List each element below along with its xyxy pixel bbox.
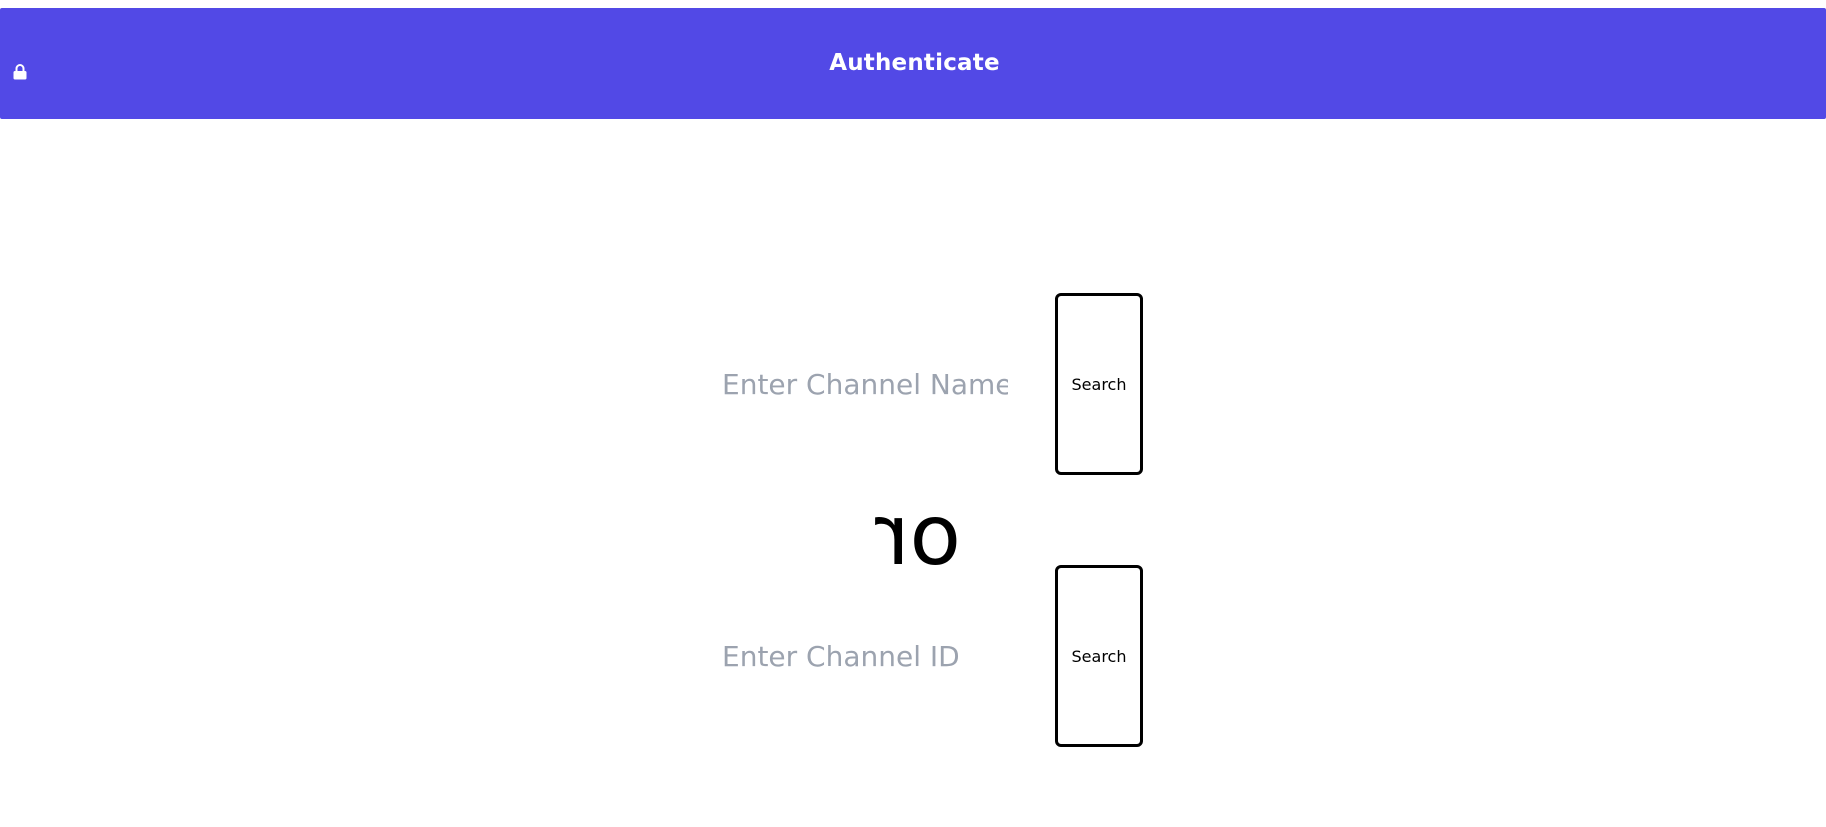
channel-id-input[interactable] (715, 626, 1015, 686)
page-title: Authenticate (829, 50, 1000, 76)
channel-name-input[interactable] (715, 354, 1015, 414)
or-separator: or (875, 486, 961, 584)
app-header: Authenticate (0, 8, 1826, 119)
channel-name-search-button[interactable]: Search (1055, 293, 1143, 475)
channel-id-search-button[interactable]: Search (1055, 565, 1143, 747)
